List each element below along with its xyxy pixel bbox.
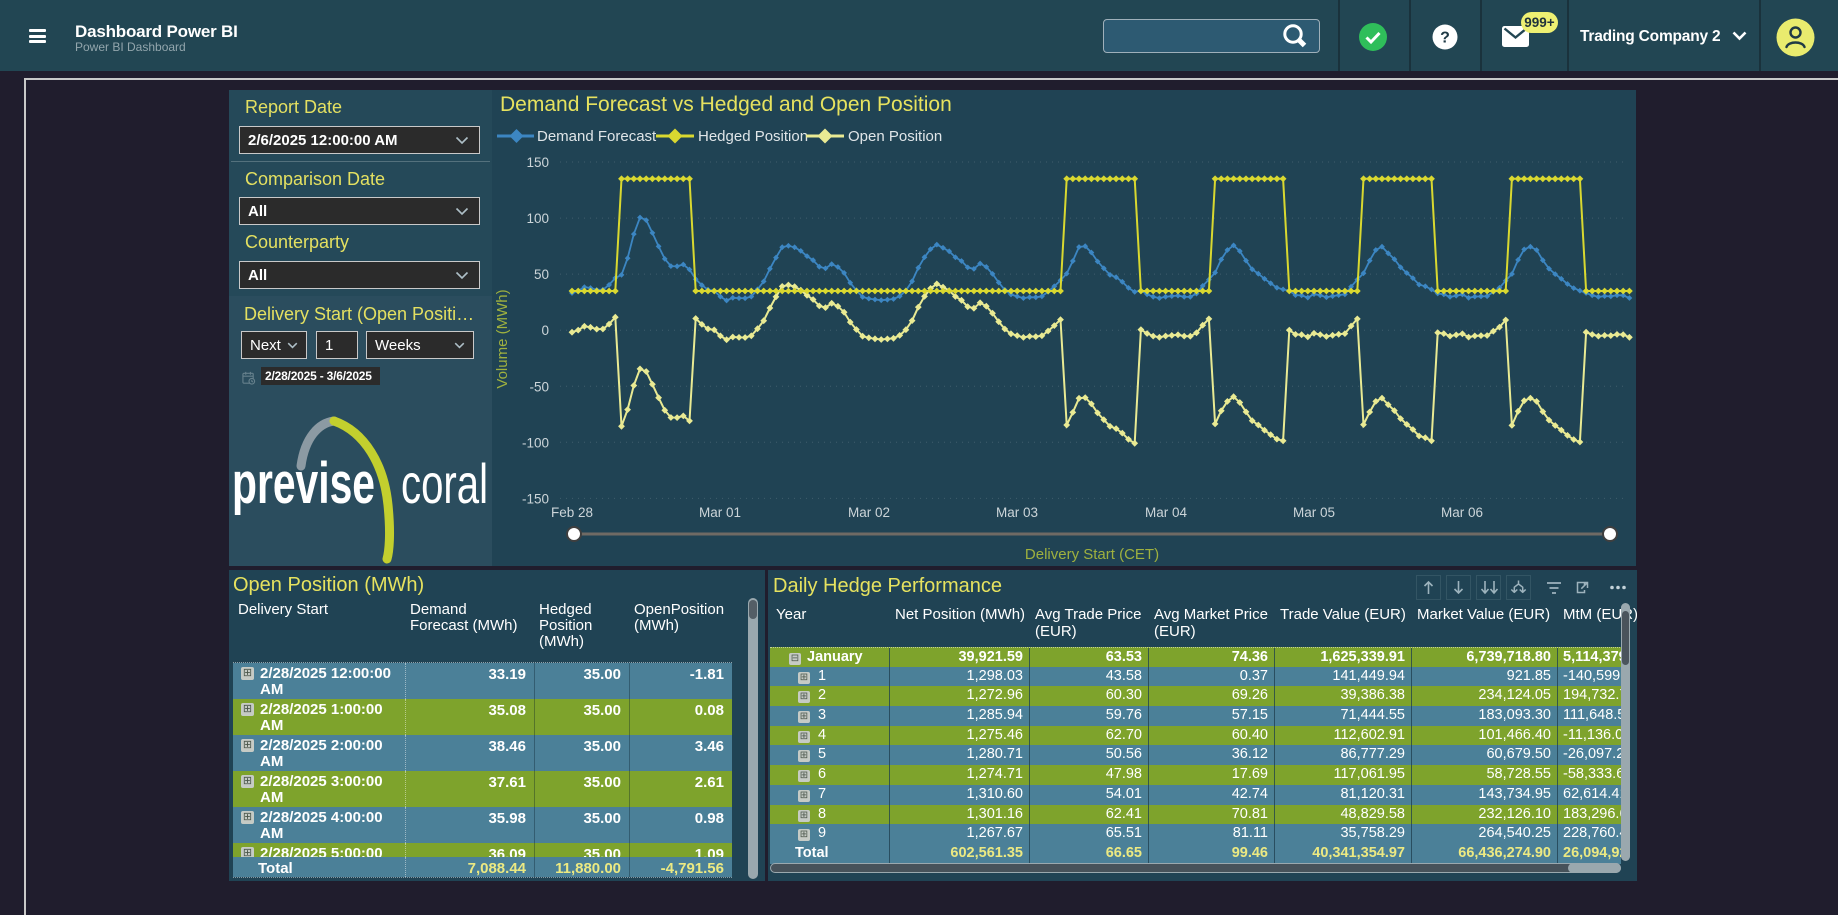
svg-text:Feb 28: Feb 28 [551,505,593,520]
svg-text:Delivery Start (CET): Delivery Start (CET) [1025,546,1159,563]
svg-text:Mar 04: Mar 04 [1145,505,1188,520]
svg-text:-150: -150 [522,491,549,506]
svg-text:Mar 06: Mar 06 [1441,505,1483,520]
svg-text:?: ? [1440,30,1450,47]
svg-text:Demand Forecast vs Hedged and: Demand Forecast vs Hedged and Open Posit… [500,93,952,116]
svg-text:-50: -50 [529,379,549,394]
svg-text:Volume (MWh): Volume (MWh) [494,289,511,388]
svg-text:Open Position: Open Position [848,128,942,145]
svg-text:100: 100 [526,211,549,226]
svg-text:50: 50 [534,267,549,282]
svg-text:0: 0 [541,323,549,338]
svg-text:Mar 03: Mar 03 [996,505,1038,520]
svg-text:Hedged Position: Hedged Position [698,128,808,145]
svg-text:Mar 05: Mar 05 [1293,505,1335,520]
svg-text:-100: -100 [522,435,549,450]
svg-text:previse: previse [232,451,375,516]
svg-text:Mar 02: Mar 02 [848,505,890,520]
svg-text:Mar 01: Mar 01 [699,505,741,520]
svg-text:coral: coral [401,452,488,515]
svg-text:Demand Forecast: Demand Forecast [537,128,657,145]
svg-text:150: 150 [526,155,549,170]
